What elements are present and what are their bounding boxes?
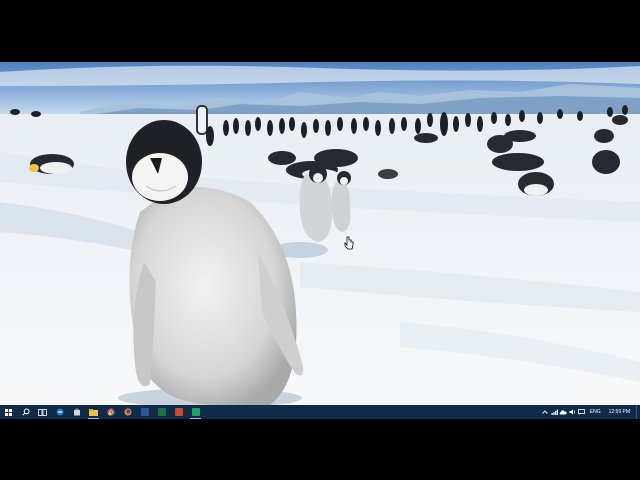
taskbar-clock[interactable]: 12:59 PM <box>605 409 636 415</box>
windows-logo-icon <box>5 408 12 416</box>
taskbar: ENG 12:59 PM <box>0 405 640 419</box>
show-desktop-button[interactable] <box>636 405 640 419</box>
task-view-icon <box>38 408 47 416</box>
taskbar-app-excel[interactable] <box>153 405 170 419</box>
store-icon <box>73 408 80 416</box>
chevron-up-icon <box>542 410 549 414</box>
search-button[interactable] <box>17 405 34 419</box>
cloud-icon <box>559 409 567 414</box>
input-language-indicator[interactable]: ENG <box>586 409 605 415</box>
taskbar-app-chrome[interactable] <box>102 405 119 419</box>
desktop-wallpaper <box>0 62 640 405</box>
network-button[interactable] <box>550 405 559 419</box>
show-hidden-icons-button[interactable] <box>541 405 550 419</box>
speaker-icon <box>569 409 575 415</box>
task-view-button[interactable] <box>34 405 51 419</box>
taskbar-app-edge[interactable] <box>51 405 68 419</box>
taskbar-app-word[interactable] <box>136 405 153 419</box>
desktop-screen: ENG 12:59 PM <box>0 62 640 419</box>
start-button[interactable] <box>0 405 17 419</box>
excel-icon <box>157 408 166 416</box>
network-icon <box>551 409 558 415</box>
powerpoint-icon <box>174 408 183 416</box>
notification-icon <box>577 409 585 415</box>
taskbar-app-powerpoint[interactable] <box>170 405 187 419</box>
firefox-icon <box>123 408 132 416</box>
file-explorer-icon <box>89 408 98 416</box>
taskbar-app-file-explorer[interactable] <box>85 405 102 419</box>
volume-button[interactable] <box>568 405 577 419</box>
taskbar-app-excel-window[interactable] <box>187 405 204 419</box>
taskbar-app-store[interactable] <box>68 405 85 419</box>
word-icon <box>140 408 149 416</box>
onedrive-button[interactable] <box>559 405 568 419</box>
mouse-pointer-icon <box>344 236 354 250</box>
chrome-icon <box>106 408 115 416</box>
action-center-button[interactable] <box>577 405 586 419</box>
excel-window-icon <box>191 408 200 416</box>
taskbar-app-firefox[interactable] <box>119 405 136 419</box>
system-tray: ENG 12:59 PM <box>541 405 640 419</box>
edge-icon <box>56 408 63 416</box>
search-icon <box>21 408 29 416</box>
